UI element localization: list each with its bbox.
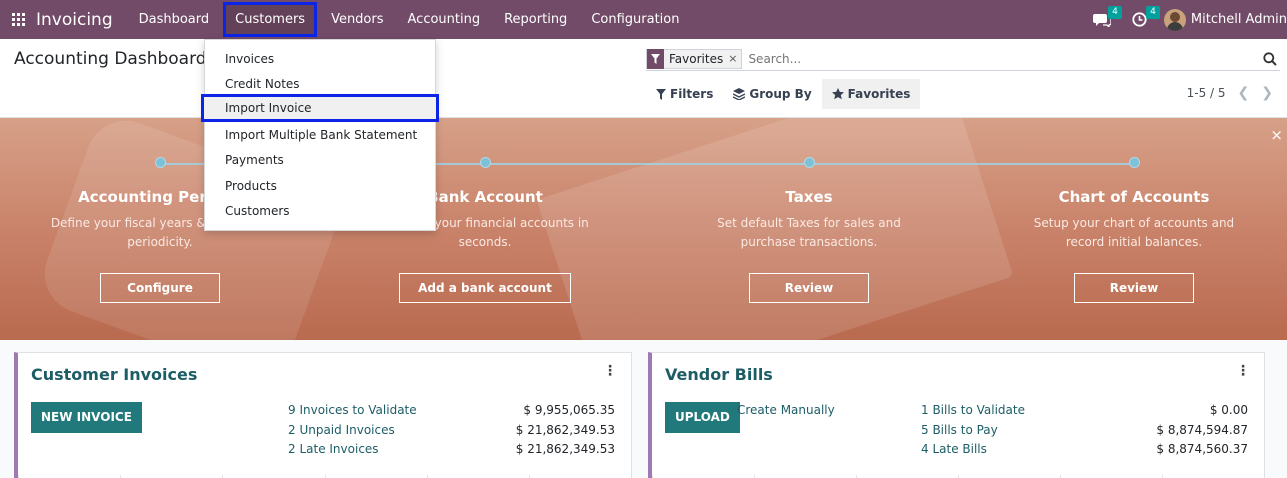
filters-button[interactable]: Filters <box>646 79 723 109</box>
filters-label: Filters <box>670 87 714 101</box>
upload-button[interactable]: UPLOAD <box>665 402 740 433</box>
facet-label: Favorites <box>669 51 724 66</box>
kebab-menu-icon[interactable]: ⋮ <box>1236 363 1250 379</box>
kebab-menu-icon[interactable]: ⋮ <box>603 363 617 379</box>
favorites-facet: Favorites × <box>646 48 743 69</box>
favorites-label: Favorites <box>847 87 911 101</box>
page-title: Accounting Dashboard <box>14 49 207 69</box>
amount-value: $ 8,874,560.37 <box>1156 442 1248 456</box>
late-bills-link[interactable]: 4 Late Bills <box>921 442 987 456</box>
menu-reporting[interactable]: Reporting <box>492 0 579 39</box>
amount-value: $ 0.00 <box>1209 403 1248 417</box>
search-input[interactable] <box>748 51 1260 66</box>
onboarding-banner: Accounting Periods Define your fiscal ye… <box>0 118 1287 340</box>
pager-next-icon[interactable]: ❯ <box>1261 85 1273 101</box>
top-navbar: Invoicing Dashboard Customers Vendors Ac… <box>0 0 1287 39</box>
messages-button[interactable]: 4 <box>1088 5 1122 30</box>
menu-customers[interactable]: Customers <box>223 2 318 37</box>
amount-value: $ 21,862,349.53 <box>515 442 615 456</box>
step-title[interactable]: Chart of Accounts <box>974 188 1287 206</box>
filter-funnel-icon <box>647 48 664 69</box>
search-bar: Favorites × <box>646 47 1280 71</box>
app-name[interactable]: Invoicing <box>36 10 113 30</box>
pager-value[interactable]: 1-5 / 5 <box>1187 86 1226 100</box>
step-dot <box>803 157 815 168</box>
review-chart-of-accounts-button[interactable]: Review <box>1074 273 1194 303</box>
step-description: Setup your chart of accounts and record … <box>1033 216 1235 249</box>
vendor-bills-card: Vendor Bills ⋮ UPLOAD Create Manually 1 … <box>648 352 1265 478</box>
configure-button[interactable]: Configure <box>100 273 220 303</box>
dropdown-item-invoices[interactable]: Invoices <box>205 46 435 71</box>
amount-value: $ 8,874,594.87 <box>1156 423 1248 437</box>
layers-icon <box>733 88 746 100</box>
step-dot <box>479 157 491 168</box>
amount-value: $ 21,862,349.53 <box>515 423 615 437</box>
step-taxes: Taxes Set default Taxes for sales and pu… <box>649 157 969 303</box>
control-panel: Accounting Dashboard Favorites × Filters… <box>0 39 1287 118</box>
dropdown-item-import-invoice[interactable]: Import Invoice <box>201 94 439 122</box>
invoices-to-validate-link[interactable]: 9 Invoices to Validate <box>288 403 417 417</box>
activities-badge: 4 <box>1146 5 1160 19</box>
user-name[interactable]: Mitchell Admin <box>1191 12 1287 27</box>
dropdown-item-payments[interactable]: Payments <box>205 147 435 172</box>
card-title[interactable]: Customer Invoices <box>31 365 197 384</box>
facet-remove-icon[interactable]: × <box>728 52 741 65</box>
activities-button[interactable]: 4 <box>1126 5 1160 30</box>
filter-icon <box>656 88 666 100</box>
late-invoices-link[interactable]: 2 Late Invoices <box>288 442 379 456</box>
customer-invoices-card: Customer Invoices ⋮ NEW INVOICE 9 Invoic… <box>14 352 632 478</box>
pager: 1-5 / 5 ❮ ❯ <box>1187 85 1273 101</box>
dropdown-item-customers[interactable]: Customers <box>205 198 435 223</box>
search-icon[interactable] <box>1260 51 1280 66</box>
create-manually-link[interactable]: Create Manually <box>737 403 835 417</box>
bills-to-validate-link[interactable]: 1 Bills to Validate <box>921 403 1025 417</box>
step-title[interactable]: Taxes <box>649 188 969 206</box>
add-bank-account-button[interactable]: Add a bank account <box>399 273 571 303</box>
menu-accounting[interactable]: Accounting <box>396 0 493 39</box>
step-dot <box>1128 157 1140 168</box>
step-description: Set default Taxes for sales and purchase… <box>717 216 901 249</box>
customers-dropdown-menu: Invoices Credit Notes Import Invoice Imp… <box>201 39 439 231</box>
apps-menu-icon[interactable] <box>0 0 36 39</box>
avatar[interactable] <box>1163 8 1186 31</box>
new-invoice-button[interactable]: NEW INVOICE <box>31 402 142 433</box>
unpaid-invoices-link[interactable]: 2 Unpaid Invoices <box>288 423 395 437</box>
menu-vendors[interactable]: Vendors <box>319 0 395 39</box>
group-by-label: Group By <box>749 87 812 101</box>
clock-icon <box>1132 12 1147 27</box>
review-taxes-button[interactable]: Review <box>749 273 869 303</box>
dropdown-item-credit-notes[interactable]: Credit Notes <box>205 71 435 96</box>
favorites-button[interactable]: Favorites <box>821 79 921 109</box>
messages-badge: 4 <box>1108 5 1122 19</box>
card-title[interactable]: Vendor Bills <box>665 365 773 384</box>
dropdown-item-import-bank-statement[interactable]: Import Multiple Bank Statement <box>205 122 435 147</box>
bills-to-pay-link[interactable]: 5 Bills to Pay <box>921 423 998 437</box>
menu-dashboard[interactable]: Dashboard <box>127 0 222 39</box>
step-chart-of-accounts: Chart of Accounts Setup your chart of ac… <box>974 157 1287 303</box>
close-icon[interactable]: × <box>1270 126 1283 144</box>
dropdown-item-products[interactable]: Products <box>205 173 435 198</box>
amount-value: $ 9,955,065.35 <box>523 403 615 417</box>
pager-previous-icon[interactable]: ❮ <box>1238 85 1250 101</box>
group-by-button[interactable]: Group By <box>723 79 821 109</box>
star-icon <box>831 88 844 100</box>
menu-configuration[interactable]: Configuration <box>579 0 691 39</box>
step-dot <box>154 157 166 168</box>
